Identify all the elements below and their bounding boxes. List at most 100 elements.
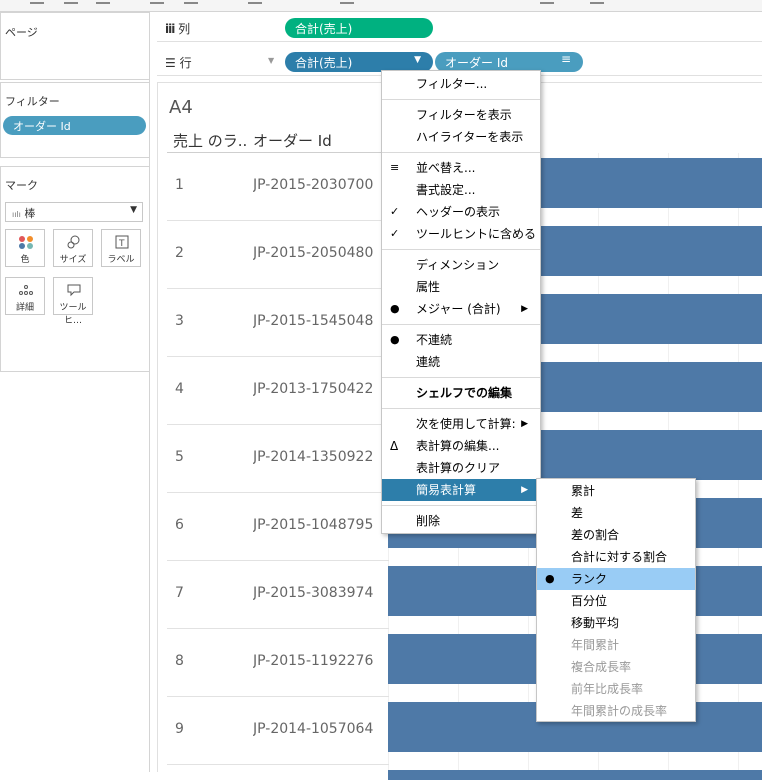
- table-row[interactable]: 5 JP-2014-1350922: [167, 425, 389, 493]
- menu-item-format[interactable]: 書式設定...: [382, 179, 540, 201]
- pages-title: ページ: [5, 26, 38, 39]
- table-row[interactable]: 3 JP-2015-1545048: [167, 289, 389, 357]
- row-rank: 1: [175, 177, 184, 193]
- rows-pill-sales[interactable]: 合計(売上) ▼: [285, 52, 433, 72]
- mark-tooltip-button[interactable]: ツールヒ…: [53, 277, 93, 326]
- mark-color-button[interactable]: 色: [5, 229, 45, 267]
- submenu-arrow-icon: ▶: [521, 304, 528, 314]
- toolbar-icon[interactable]: [540, 0, 554, 4]
- submenu-item-percentile[interactable]: 百分位: [537, 590, 695, 612]
- columns-label-text: 列: [178, 22, 191, 36]
- submenu-item-percent-of-total[interactable]: 合計に対する割合: [537, 546, 695, 568]
- menu-item-discrete-label: 不連続: [416, 333, 453, 347]
- mark-size-label: サイズ: [59, 255, 87, 265]
- toolbar: [0, 0, 762, 12]
- table-row[interactable]: 6 JP-2015-1048795: [167, 493, 389, 561]
- row-order-id: JP-2013-1750422: [253, 381, 374, 397]
- toolbar-icon[interactable]: [248, 0, 262, 4]
- filters-title: フィルター: [5, 95, 60, 108]
- submenu-item-yoy-growth: 前年比成長率: [571, 682, 644, 696]
- check-icon: ✓: [390, 227, 400, 240]
- submenu-item-moving-average[interactable]: 移動平均: [537, 612, 695, 634]
- menu-item-filter[interactable]: フィルター...: [382, 73, 540, 95]
- table-row[interactable]: 7 JP-2015-3083974: [167, 561, 389, 629]
- row-order-id: JP-2015-2030700: [253, 177, 374, 193]
- check-icon: ✓: [390, 205, 400, 218]
- sort-icon[interactable]: ≡: [561, 52, 571, 66]
- menu-item-attribute[interactable]: 属性: [382, 276, 540, 298]
- row-order-id: JP-2014-1350922: [253, 449, 374, 465]
- menu-item-show-header[interactable]: ✓ ヘッダーの表示: [382, 201, 540, 223]
- submenu-item-ytd-growth: 年間累計の成長率: [571, 704, 668, 718]
- toolbar-icon[interactable]: [96, 0, 110, 4]
- menu-item-include-tooltip[interactable]: ✓ ツールヒントに含める: [382, 223, 540, 245]
- columns-shelf-label: iii 列: [165, 20, 190, 37]
- filter-pill-order-id[interactable]: オーダー Id: [3, 116, 146, 135]
- view-title: A4: [169, 97, 193, 118]
- row-rank: 5: [175, 449, 184, 465]
- bar-chart-icon: ıılı: [12, 210, 21, 219]
- row-order-id: JP-2015-1545048: [253, 313, 374, 329]
- mark-label-button[interactable]: T ラベル: [101, 229, 141, 267]
- menu-separator: [382, 249, 540, 250]
- menu-item-remove[interactable]: 削除: [382, 510, 540, 532]
- size-icon: [66, 235, 82, 249]
- menu-item-measure-label: メジャー (合計): [416, 302, 501, 316]
- menu-item-include-tooltip-label: ツールヒントに含める: [416, 227, 537, 241]
- mark-type-select[interactable]: ıılı 棒 ▼: [5, 202, 143, 222]
- rows-label-text: 行: [179, 56, 192, 70]
- tooltip-icon: [66, 283, 82, 297]
- toolbar-icon[interactable]: [590, 0, 604, 4]
- columns-icon: iii: [165, 22, 175, 36]
- menu-item-dimension[interactable]: ディメンション: [382, 254, 540, 276]
- mark-detail-button[interactable]: 詳細: [5, 277, 45, 315]
- menu-separator: [382, 324, 540, 325]
- row-rank: 4: [175, 381, 184, 397]
- toolbar-icon[interactable]: [340, 0, 354, 4]
- menu-item-quick-table-calc[interactable]: 簡易表計算 ▶: [382, 479, 540, 501]
- mark-color-label: 色: [20, 255, 30, 265]
- menu-item-measure[interactable]: ● メジャー (合計) ▶: [382, 298, 540, 320]
- menu-item-show-highlighter[interactable]: ハイライターを表示: [382, 126, 540, 148]
- toolbar-icon[interactable]: [30, 0, 44, 4]
- toolbar-icon[interactable]: [64, 0, 78, 4]
- table-row[interactable]: 8 JP-2015-1192276: [167, 629, 389, 697]
- menu-item-sort-label: 並べ替え...: [416, 161, 476, 175]
- menu-item-sort[interactable]: ≡ 並べ替え...: [382, 157, 540, 179]
- rows-pill-sales-label: 合計(売上): [295, 56, 353, 70]
- table-row[interactable]: 9 JP-2014-1057064: [167, 697, 389, 765]
- menu-separator: [382, 505, 540, 506]
- row-rank: 8: [175, 653, 184, 669]
- row-order-id: JP-2014-1057064: [253, 721, 374, 737]
- submenu-item-percent-difference[interactable]: 差の割合: [537, 524, 695, 546]
- delta-icon: Δ: [390, 439, 399, 453]
- submenu-item-ytd-total: 年間累計: [571, 638, 620, 652]
- menu-item-clear-table-calc[interactable]: 表計算のクリア: [382, 457, 540, 479]
- submenu-item-running-total[interactable]: 累計: [537, 480, 695, 502]
- menu-item-continuous[interactable]: 連続: [382, 351, 540, 373]
- column-header-order-id[interactable]: オーダー Id: [253, 130, 332, 151]
- row-rank: 3: [175, 313, 184, 329]
- rows-shelf-dropdown-icon[interactable]: ▼: [268, 56, 274, 65]
- columns-shelf[interactable]: [157, 14, 762, 42]
- chevron-down-icon[interactable]: ▼: [414, 55, 421, 65]
- menu-item-compute-using[interactable]: 次を使用して計算: ▶: [382, 413, 540, 435]
- submenu-item-difference[interactable]: 差: [537, 502, 695, 524]
- table-row[interactable]: 4 JP-2013-1750422: [167, 357, 389, 425]
- menu-item-discrete[interactable]: ● 不連続: [382, 329, 540, 351]
- toolbar-icon[interactable]: [150, 0, 164, 4]
- submenu-item-rank[interactable]: ● ランク: [537, 568, 695, 590]
- row-order-id: JP-2015-3083974: [253, 585, 374, 601]
- table-row[interactable]: 1 JP-2015-2030700: [167, 153, 389, 221]
- columns-pill-sales[interactable]: 合計(売上): [285, 18, 433, 38]
- rows-pill-order-id[interactable]: オーダー Id ≡: [435, 52, 583, 72]
- menu-item-edit-table-calc[interactable]: Δ 表計算の編集...: [382, 435, 540, 457]
- menu-item-show-filter[interactable]: フィルターを表示: [382, 104, 540, 126]
- table-row[interactable]: 2 JP-2015-2050480: [167, 221, 389, 289]
- menu-item-edit-on-shelf[interactable]: シェルフでの編集: [382, 382, 540, 404]
- rows-shelf-label: ☰ 行: [165, 54, 192, 71]
- column-header-rank[interactable]: 売上 のラ..: [173, 130, 247, 151]
- toolbar-icon[interactable]: [184, 0, 198, 4]
- detail-icon: [18, 283, 34, 297]
- mark-size-button[interactable]: サイズ: [53, 229, 93, 267]
